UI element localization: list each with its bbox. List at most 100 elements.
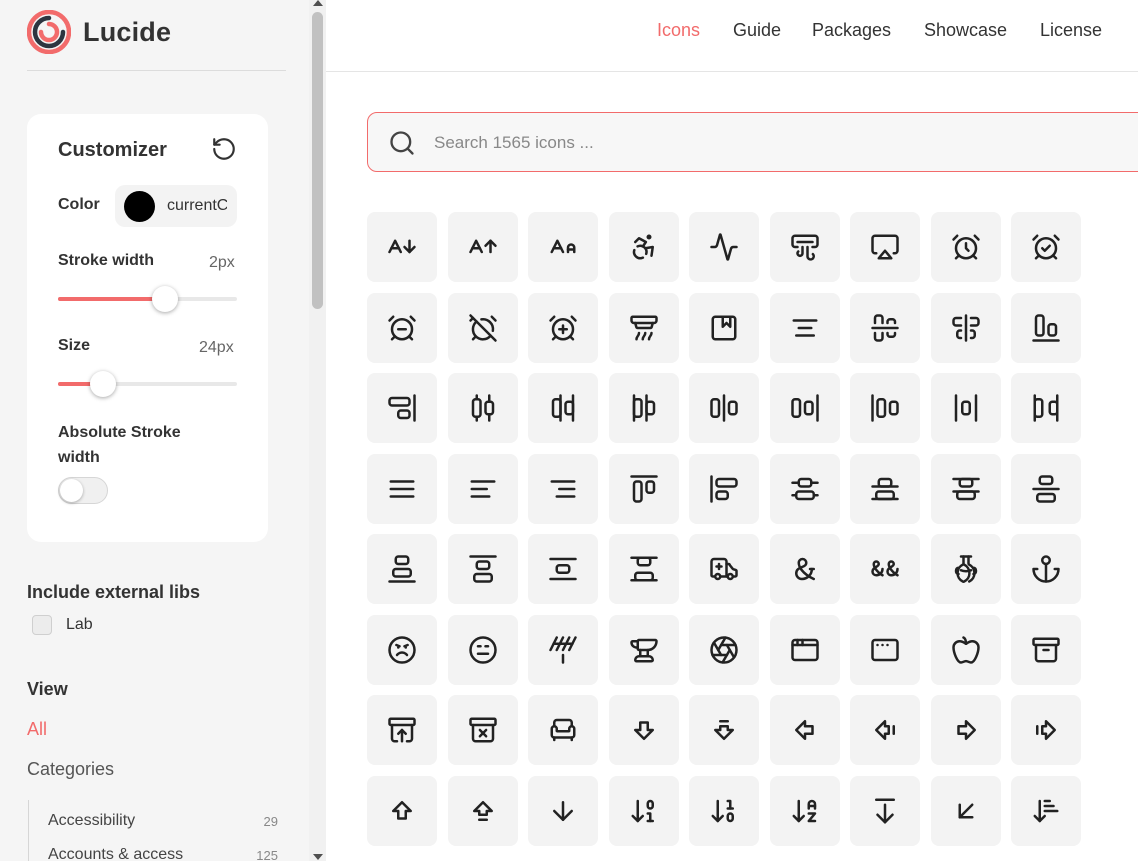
color-swatch[interactable]	[124, 190, 155, 222]
icon-tile[interactable]	[850, 373, 920, 443]
icon-tile[interactable]	[448, 695, 518, 765]
icon-tile[interactable]	[609, 534, 679, 604]
icon-tile[interactable]	[1011, 293, 1081, 363]
icon-tile[interactable]	[609, 615, 679, 685]
icon-tile[interactable]	[528, 212, 598, 282]
icon-tile[interactable]	[448, 534, 518, 604]
icon-tile[interactable]	[850, 776, 920, 846]
icon-tile[interactable]	[448, 454, 518, 524]
icon-tile[interactable]	[689, 373, 759, 443]
icon-tile[interactable]	[528, 776, 598, 846]
icon-tile[interactable]	[931, 212, 1001, 282]
icon-tile[interactable]	[448, 212, 518, 282]
icon-tile[interactable]	[609, 776, 679, 846]
nav-icons[interactable]: Icons	[657, 20, 700, 41]
icon-tile[interactable]	[931, 776, 1001, 846]
view-categories-link[interactable]: Categories	[27, 759, 114, 780]
category-item-accessibility[interactable]: Accessibility 29	[48, 812, 278, 830]
icon-tile[interactable]	[931, 454, 1001, 524]
icon-tile[interactable]	[448, 615, 518, 685]
nav-guide[interactable]: Guide	[733, 20, 781, 41]
icon-tile[interactable]	[528, 534, 598, 604]
icon-tile[interactable]	[448, 776, 518, 846]
icon-tile[interactable]	[367, 373, 437, 443]
icon-tile[interactable]	[850, 534, 920, 604]
icon-tile[interactable]	[770, 695, 840, 765]
icon-tile[interactable]	[609, 454, 679, 524]
color-picker[interactable]	[115, 185, 237, 227]
icon-tile[interactable]	[528, 293, 598, 363]
icon-tile[interactable]	[850, 454, 920, 524]
icon-tile[interactable]	[367, 615, 437, 685]
icon-tile[interactable]	[689, 615, 759, 685]
sidebar-scrollbar[interactable]	[309, 0, 326, 861]
stroke-width-slider[interactable]	[58, 286, 237, 312]
icon-tile[interactable]	[770, 776, 840, 846]
icon-tile[interactable]	[1011, 776, 1081, 846]
icon-tile[interactable]	[367, 695, 437, 765]
icon-tile[interactable]	[689, 534, 759, 604]
icon-tile[interactable]	[367, 212, 437, 282]
icon-tile[interactable]	[850, 212, 920, 282]
nav-packages[interactable]: Packages	[812, 20, 891, 41]
lab-checkbox-label[interactable]: Lab	[66, 616, 93, 634]
icon-tile[interactable]	[689, 454, 759, 524]
search-input[interactable]	[434, 131, 1034, 155]
icon-tile[interactable]	[609, 212, 679, 282]
icon-tile[interactable]	[770, 373, 840, 443]
icon-tile[interactable]	[689, 293, 759, 363]
icon-tile[interactable]	[770, 454, 840, 524]
icon-tile[interactable]	[609, 293, 679, 363]
nav-license[interactable]: License	[1040, 20, 1102, 41]
icon-tile[interactable]	[689, 212, 759, 282]
icon-tile[interactable]	[689, 776, 759, 846]
icon-tile[interactable]	[528, 454, 598, 524]
icon-tile[interactable]	[367, 293, 437, 363]
absolute-stroke-toggle[interactable]	[58, 477, 108, 504]
icon-tile[interactable]	[1011, 615, 1081, 685]
icon-tile[interactable]	[931, 373, 1001, 443]
view-all-link[interactable]: All	[27, 719, 47, 740]
size-slider[interactable]	[58, 371, 237, 397]
category-item-accounts-access[interactable]: Accounts & access 125	[48, 846, 278, 861]
icon-tile[interactable]	[367, 534, 437, 604]
icon-tile[interactable]	[528, 615, 598, 685]
color-input[interactable]	[167, 197, 227, 215]
icon-tile[interactable]	[528, 373, 598, 443]
logo[interactable]: Lucide	[27, 10, 171, 54]
icon-tile[interactable]	[770, 293, 840, 363]
icon-tile[interactable]	[448, 293, 518, 363]
icon-tile[interactable]	[448, 373, 518, 443]
icon-tile[interactable]	[1011, 695, 1081, 765]
size-slider-thumb[interactable]	[89, 371, 116, 397]
icon-tile[interactable]	[1011, 373, 1081, 443]
icon-tile[interactable]	[850, 615, 920, 685]
icon-tile[interactable]	[770, 615, 840, 685]
album-icon	[711, 315, 737, 341]
icon-tile[interactable]	[1011, 534, 1081, 604]
icon-tile[interactable]	[689, 695, 759, 765]
nav-showcase[interactable]: Showcase	[924, 20, 1007, 41]
icon-tile[interactable]	[528, 695, 598, 765]
icon-tile[interactable]	[367, 454, 437, 524]
icon-tile[interactable]	[931, 615, 1001, 685]
icon-tile[interactable]	[931, 695, 1001, 765]
icon-tile[interactable]	[1011, 212, 1081, 282]
reset-icon[interactable]	[211, 136, 237, 162]
icon-tile[interactable]	[1011, 454, 1081, 524]
icon-tile[interactable]	[850, 293, 920, 363]
icon-tile[interactable]	[609, 695, 679, 765]
icon-tile[interactable]	[931, 534, 1001, 604]
scroll-up-arrow-icon[interactable]	[313, 0, 323, 6]
icon-tile[interactable]	[367, 776, 437, 846]
icon-tile[interactable]	[770, 212, 840, 282]
icon-tile[interactable]	[609, 373, 679, 443]
lab-checkbox[interactable]	[32, 615, 52, 635]
stroke-width-slider-thumb[interactable]	[152, 286, 179, 312]
icon-search-bar[interactable]	[367, 112, 1138, 172]
icon-tile[interactable]	[931, 293, 1001, 363]
scrollbar-thumb[interactable]	[312, 12, 323, 309]
icon-tile[interactable]	[770, 534, 840, 604]
icon-tile[interactable]	[850, 695, 920, 765]
scroll-down-arrow-icon[interactable]	[313, 854, 323, 860]
